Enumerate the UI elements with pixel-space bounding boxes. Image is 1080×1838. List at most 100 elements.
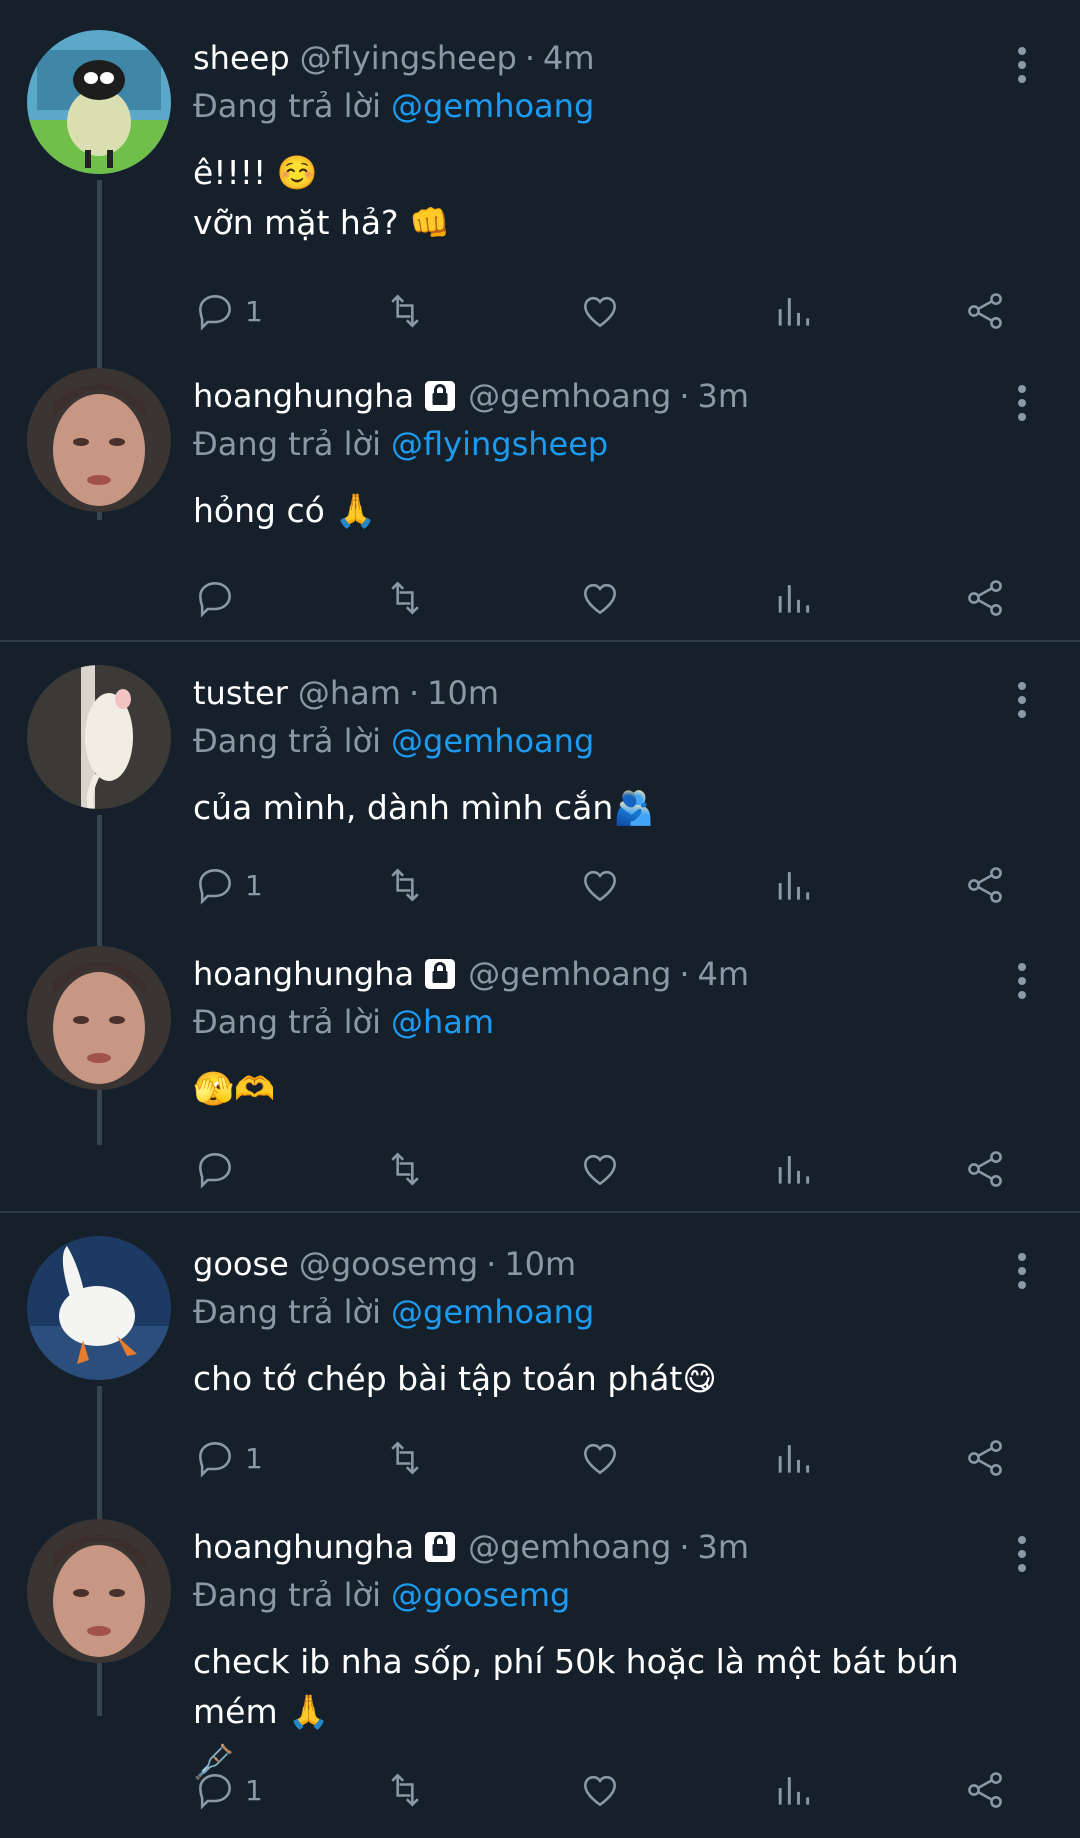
display-name[interactable]: goose [193, 1242, 289, 1286]
user-handle[interactable]: @gemhoang [468, 374, 671, 418]
like-button[interactable] [578, 1765, 622, 1815]
reply-count: 1 [245, 1773, 263, 1807]
goose-avatar-image [27, 1236, 171, 1380]
reply-icon [199, 1442, 231, 1478]
share-icon [968, 580, 1002, 616]
reply-button[interactable] [193, 573, 245, 623]
views-button[interactable] [771, 860, 815, 910]
reply-prefix: Đang trả lời [193, 425, 382, 463]
tweet[interactable]: sheep @flyingsheep · 4m Đang trả lời @gem… [0, 30, 1080, 520]
reply-button[interactable]: 1 [193, 286, 263, 336]
more-options-icon[interactable] [1010, 382, 1034, 426]
timestamp[interactable]: 10m [504, 1242, 576, 1286]
reply-button[interactable]: 1 [193, 1433, 263, 1483]
user-handle[interactable]: @ham [298, 671, 401, 715]
retweet-button[interactable] [383, 1433, 427, 1483]
views-button[interactable] [771, 286, 815, 336]
retweet-icon [391, 294, 419, 328]
reply-button[interactable]: 1 [193, 860, 263, 910]
share-button[interactable] [963, 860, 1007, 910]
retweet-icon [391, 1441, 419, 1475]
share-button[interactable] [963, 286, 1007, 336]
reply-target-link[interactable]: @gemhoang [391, 87, 594, 125]
tweet[interactable]: hoanghungha @gemhoang · 3m Đang trả lời @… [0, 368, 1080, 638]
timestamp[interactable]: 3m [698, 374, 750, 418]
tweet[interactable]: tuster @ham · 10m Đang trả lời @gemhoang … [0, 665, 1080, 1145]
reply-prefix: Đang trả lời [193, 87, 382, 125]
retweet-icon [391, 1773, 419, 1807]
reply-target-link[interactable]: @gemhoang [391, 722, 594, 760]
reply-icon [199, 869, 231, 905]
display-name[interactable]: hoanghungha [193, 952, 414, 996]
mouse-avatar-image [27, 665, 171, 809]
person-avatar-image [27, 946, 171, 1090]
more-options-icon[interactable] [1010, 1250, 1034, 1294]
user-handle[interactable]: @gemhoang [468, 952, 671, 996]
reply-target-link[interactable]: @gemhoang [391, 1293, 594, 1331]
avatar[interactable] [27, 1519, 171, 1663]
display-name[interactable]: sheep [193, 36, 290, 80]
timestamp[interactable]: 10m [427, 671, 499, 715]
reply-target-link[interactable]: @ham [391, 1003, 494, 1041]
display-name[interactable]: tuster [193, 671, 288, 715]
retweet-button[interactable] [383, 1765, 427, 1815]
heart-icon [584, 583, 616, 615]
more-options-icon[interactable] [1010, 1533, 1034, 1577]
reply-icon [199, 295, 231, 331]
share-button[interactable] [963, 573, 1007, 623]
views-button[interactable] [771, 1144, 815, 1194]
views-button[interactable] [771, 1765, 815, 1815]
like-button[interactable] [578, 286, 622, 336]
action-bar: 1 [193, 1765, 1023, 1815]
heart-icon [584, 1443, 616, 1475]
like-button[interactable] [578, 573, 622, 623]
tweet-text: cho tớ chép bài tập toán phát😋 [193, 1359, 717, 1398]
tweet-header: hoanghungha @gemhoang · 3m [193, 374, 749, 418]
reply-button[interactable]: 1 [193, 1765, 263, 1815]
avatar[interactable] [27, 946, 171, 1090]
reply-icon [199, 1774, 231, 1810]
retweet-button[interactable] [383, 1144, 427, 1194]
thread-divider [0, 640, 1080, 642]
tweet[interactable]: hoanghungha @gemhoang · 4m Đang trả lời @… [0, 946, 1080, 1216]
separator: · [524, 39, 536, 77]
reply-target-link[interactable]: @flyingsheep [391, 425, 608, 463]
reply-button[interactable] [193, 1144, 245, 1194]
retweet-icon [391, 868, 419, 902]
timestamp[interactable]: 4m [543, 36, 595, 80]
tweet-text: 🫣🫶 [193, 1069, 276, 1108]
thread-divider [0, 1211, 1080, 1213]
analytics-icon [778, 872, 810, 900]
share-button[interactable] [963, 1144, 1007, 1194]
more-options-icon[interactable] [1010, 679, 1034, 723]
reply-target-link[interactable]: @goosemg [391, 1576, 570, 1614]
avatar[interactable] [27, 368, 171, 512]
tweet[interactable]: goose @goosemg · 10m Đang trả lời @gemhoa… [0, 1236, 1080, 1716]
views-button[interactable] [771, 573, 815, 623]
retweet-button[interactable] [383, 286, 427, 336]
avatar[interactable] [27, 1236, 171, 1380]
reply-icon [199, 1153, 231, 1189]
display-name[interactable]: hoanghungha [193, 374, 414, 418]
user-handle[interactable]: @goosemg [299, 1242, 478, 1286]
avatar[interactable] [27, 30, 171, 174]
like-button[interactable] [578, 1144, 622, 1194]
user-handle[interactable]: @gemhoang [468, 1525, 671, 1569]
heart-icon [584, 296, 616, 328]
views-button[interactable] [771, 1433, 815, 1483]
user-handle[interactable]: @flyingsheep [300, 36, 517, 80]
avatar[interactable] [27, 665, 171, 809]
tweet[interactable]: hoanghungha @gemhoang · 3m Đang trả lời @… [0, 1519, 1080, 1838]
action-bar [193, 573, 1023, 623]
retweet-button[interactable] [383, 860, 427, 910]
like-button[interactable] [578, 1433, 622, 1483]
display-name[interactable]: hoanghungha [193, 1525, 414, 1569]
like-button[interactable] [578, 860, 622, 910]
more-options-icon[interactable] [1010, 960, 1034, 1004]
timestamp[interactable]: 3m [698, 1525, 750, 1569]
share-button[interactable] [963, 1433, 1007, 1483]
timestamp[interactable]: 4m [698, 952, 750, 996]
share-button[interactable] [963, 1765, 1007, 1815]
retweet-button[interactable] [383, 573, 427, 623]
more-options-icon[interactable] [1010, 44, 1034, 88]
